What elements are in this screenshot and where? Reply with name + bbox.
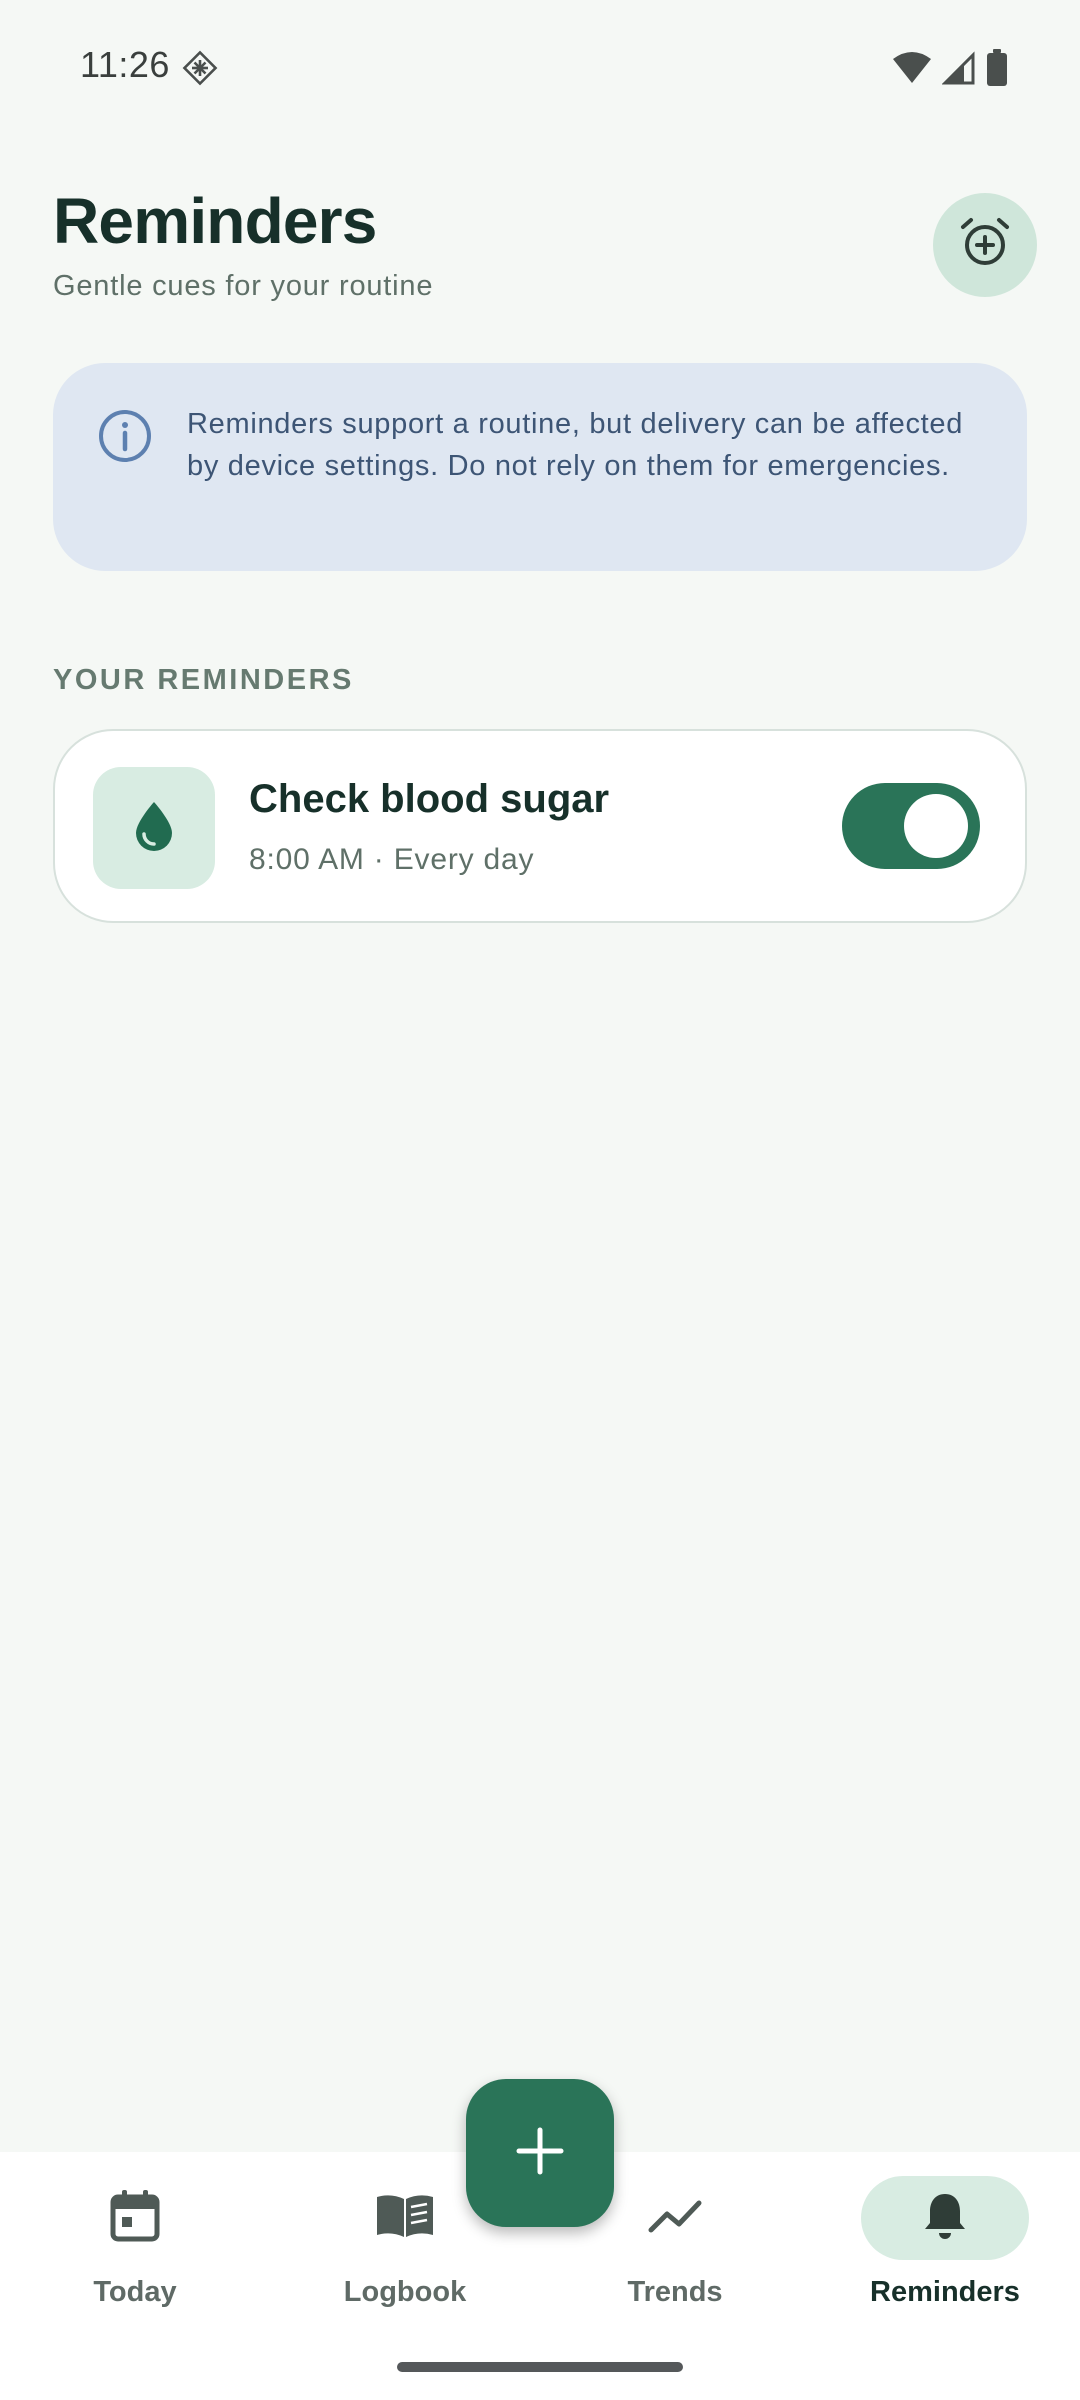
nav-label-reminders: Reminders [870, 2276, 1020, 2308]
water-drop-icon [132, 800, 176, 857]
nav-item-today[interactable]: Today [0, 2152, 270, 2308]
nav-icon-container [591, 2176, 759, 2260]
cellular-signal-icon [942, 51, 976, 85]
status-icons [892, 48, 1008, 88]
toggle-knob [904, 794, 968, 858]
battery-icon [986, 49, 1008, 87]
page-title: Reminders [53, 185, 377, 257]
nav-label-today: Today [93, 2276, 177, 2308]
nav-icon-container [321, 2176, 489, 2260]
reminder-card[interactable]: Check blood sugar 8:00 AM · Every day [53, 729, 1027, 923]
reminder-enabled-toggle[interactable] [842, 783, 980, 869]
add-fab-button[interactable] [466, 2079, 614, 2227]
bell-icon [923, 2191, 967, 2246]
status-bar: 11:26 [0, 0, 1080, 136]
section-heading: YOUR REMINDERS [53, 664, 354, 696]
wifi-icon [892, 51, 932, 85]
alarm-add-icon [957, 215, 1013, 276]
reminder-schedule: 8:00 AM · Every day [249, 843, 535, 876]
nav-icon-container [51, 2176, 219, 2260]
info-banner: Reminders support a routine, but deliver… [53, 363, 1027, 571]
nav-label-trends: Trends [627, 2276, 723, 2308]
reminder-title: Check blood sugar [249, 777, 610, 821]
home-indicator[interactable] [397, 2362, 683, 2372]
notification-diamond-icon [180, 48, 220, 88]
page-subtitle: Gentle cues for your routine [53, 270, 434, 302]
reminder-icon-tile [93, 767, 215, 889]
plus-icon [514, 2125, 566, 2182]
nav-label-logbook: Logbook [343, 2276, 467, 2308]
add-reminder-button[interactable] [933, 193, 1037, 297]
info-icon [97, 408, 153, 464]
nav-item-reminders[interactable]: Reminders [810, 2152, 1080, 2308]
nav-icon-container [861, 2176, 1029, 2260]
status-time: 11:26 [80, 44, 170, 85]
trend-line-icon [648, 2199, 702, 2238]
info-banner-text: Reminders support a routine, but deliver… [187, 408, 964, 482]
book-icon [375, 2193, 435, 2244]
calendar-icon [110, 2189, 160, 2247]
